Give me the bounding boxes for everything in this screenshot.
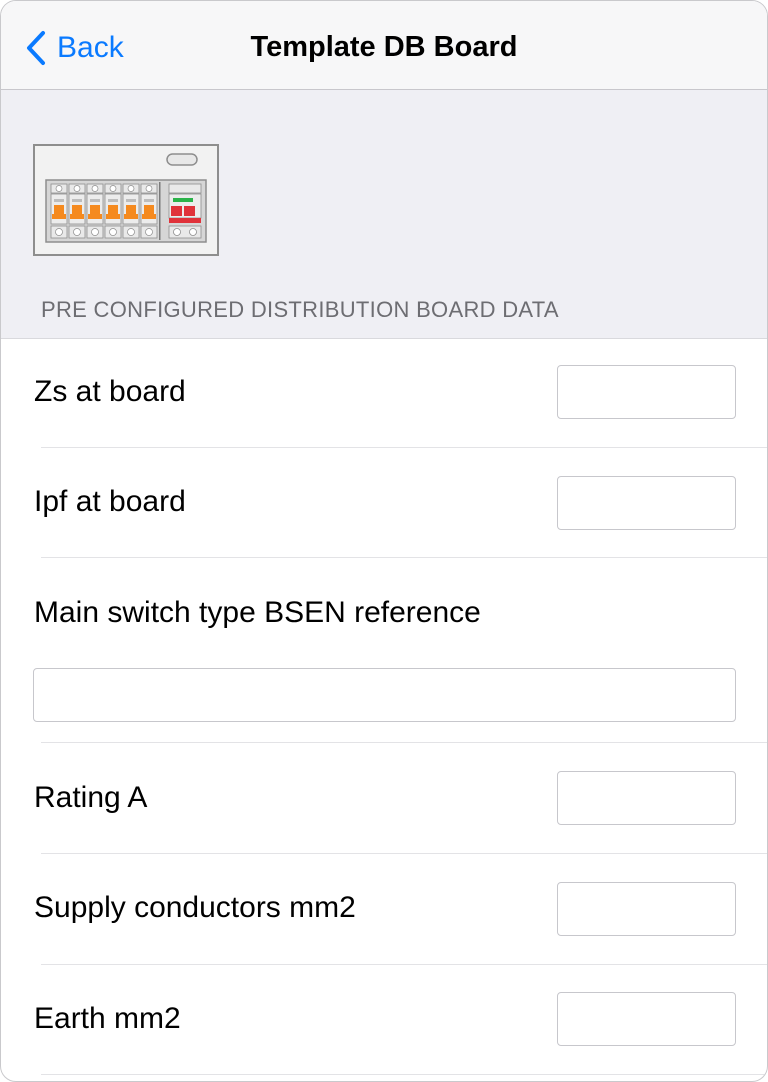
rating-input[interactable]	[557, 771, 736, 825]
zs-at-board-input[interactable]	[557, 365, 736, 419]
screen: Back Template DB Board PRE CONFIGURED DI…	[0, 0, 768, 1082]
main-switch-label: Main switch type BSEN reference	[34, 596, 481, 629]
zs-at-board-label: Zs at board	[34, 375, 186, 408]
section-header: PRE CONFIGURED DISTRIBUTION BOARD DATA	[41, 297, 559, 322]
zs-at-board-row: Zs at board	[1, 339, 767, 448]
main-switch-row: Main switch type BSEN reference	[1, 558, 767, 743]
supply-conductors-row: Supply conductors mm2	[1, 854, 767, 964]
distribution-board-icon	[33, 144, 219, 256]
navigation-bar: Back Template DB Board	[1, 1, 767, 90]
table-header: PRE CONFIGURED DISTRIBUTION BOARD DATA	[1, 90, 767, 339]
row-separator	[41, 1074, 767, 1075]
supply-conductors-label: Supply conductors mm2	[34, 891, 356, 924]
ipf-at-board-row: Ipf at board	[1, 448, 767, 558]
ipf-at-board-input[interactable]	[557, 476, 736, 530]
rating-row: Rating A	[1, 743, 767, 853]
earth-input[interactable]	[557, 992, 736, 1046]
ipf-at-board-label: Ipf at board	[34, 485, 186, 518]
rating-label: Rating A	[34, 781, 148, 814]
main-switch-input[interactable]	[33, 668, 736, 722]
earth-label: Earth mm2	[34, 1002, 181, 1035]
earth-row: Earth mm2	[1, 965, 767, 1075]
page-title: Template DB Board	[250, 31, 518, 63]
supply-conductors-input[interactable]	[557, 882, 736, 936]
